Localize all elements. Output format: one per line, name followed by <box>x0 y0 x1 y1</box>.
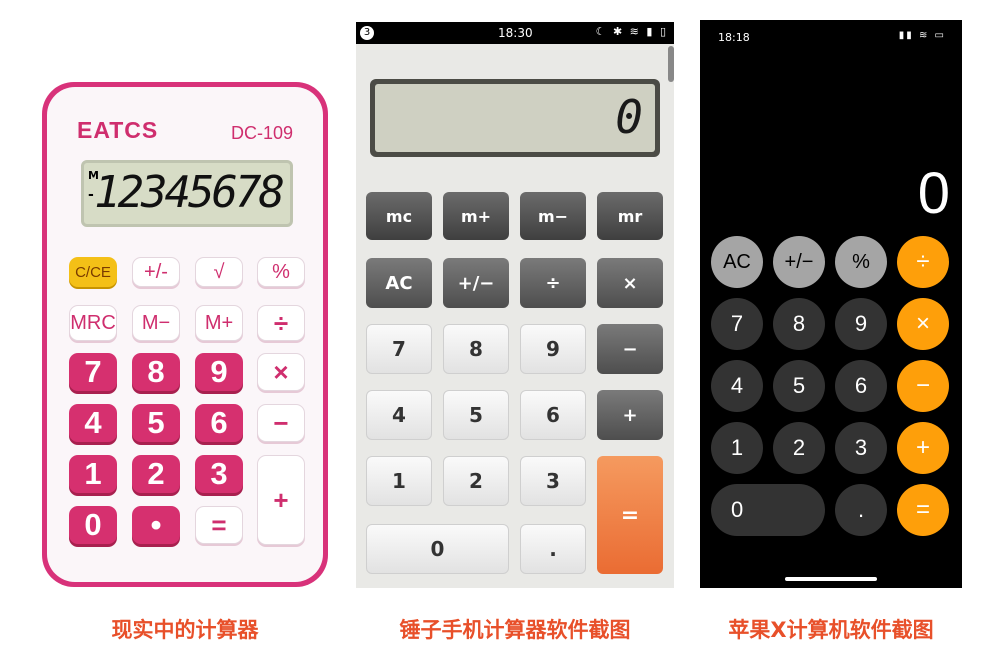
divide-key[interactable]: ÷ <box>520 258 586 308</box>
status-bar: 18:18 ▮▮ ≋ ▭ <box>700 20 962 50</box>
home-indicator[interactable] <box>785 577 877 581</box>
add-key[interactable]: + <box>897 422 949 474</box>
subtract-key[interactable]: − <box>257 404 305 442</box>
equals-key[interactable]: = <box>597 456 663 574</box>
equals-key[interactable]: = <box>195 506 243 544</box>
sign-key[interactable]: +/− <box>443 258 509 308</box>
status-icons: ▮▮ ≋ ▭ <box>898 30 946 41</box>
scrollbar[interactable] <box>668 46 674 82</box>
digit-5-key[interactable]: 5 <box>132 404 180 442</box>
sign-key[interactable]: +/− <box>773 236 825 288</box>
minus-indicator: - <box>88 187 94 203</box>
digit-1-key[interactable]: 1 <box>711 422 763 474</box>
digit-5-key[interactable]: 5 <box>773 360 825 412</box>
divide-key[interactable]: ÷ <box>257 305 305 341</box>
digit-8-key[interactable]: 8 <box>132 353 180 391</box>
decimal-key[interactable]: . <box>835 484 887 536</box>
digit-9-key[interactable]: 9 <box>835 298 887 350</box>
digit-6-key[interactable]: 6 <box>195 404 243 442</box>
subtract-key[interactable]: − <box>897 360 949 412</box>
digit-1-key[interactable]: 1 <box>69 455 117 493</box>
multiply-key[interactable]: × <box>897 298 949 350</box>
digit-0-key[interactable]: 0 <box>69 506 117 544</box>
status-icons: ☾ ✱ ≋ ▮ ▯ <box>595 25 668 38</box>
m-plus-key[interactable]: m+ <box>443 192 509 240</box>
digit-8-key[interactable]: 8 <box>443 324 509 374</box>
equals-key[interactable]: = <box>897 484 949 536</box>
mrc-key[interactable]: MRC <box>69 305 117 341</box>
iphone-calculator-screen: 18:18 ▮▮ ≋ ▭ 0 AC +/− % ÷ 7 8 9 × 4 5 6 … <box>700 20 962 588</box>
status-time: 18:18 <box>718 31 750 44</box>
digit-2-key[interactable]: 2 <box>132 455 180 493</box>
brand-logo: EATCS <box>77 117 159 143</box>
digit-5-key[interactable]: 5 <box>443 390 509 440</box>
multiply-key[interactable]: × <box>257 353 305 391</box>
digit-7-key[interactable]: 7 <box>711 298 763 350</box>
m-minus-key[interactable]: m− <box>520 192 586 240</box>
digit-7-key[interactable]: 7 <box>366 324 432 374</box>
add-key[interactable]: + <box>257 455 305 545</box>
lcd-display: M - 12345678 <box>81 160 293 227</box>
model-label: DC-109 <box>231 123 294 143</box>
ac-key[interactable]: AC <box>711 236 763 288</box>
digit-9-key[interactable]: 9 <box>195 353 243 391</box>
calculator-face: EATCS DC-109 M - 12345678 C/CE +/- √ % M… <box>47 87 323 582</box>
digit-9-key[interactable]: 9 <box>520 324 586 374</box>
multiply-key[interactable]: × <box>597 258 663 308</box>
digit-4-key[interactable]: 4 <box>69 404 117 442</box>
digit-6-key[interactable]: 6 <box>520 390 586 440</box>
digit-3-key[interactable]: 3 <box>835 422 887 474</box>
clear-key[interactable]: C/CE <box>69 257 117 287</box>
percent-key[interactable]: % <box>257 257 305 287</box>
lcd-display: 0 <box>370 79 660 157</box>
digit-4-key[interactable]: 4 <box>366 390 432 440</box>
subtract-key[interactable]: − <box>597 324 663 374</box>
m-minus-key[interactable]: M− <box>132 305 180 341</box>
percent-key[interactable]: % <box>835 236 887 288</box>
digit-4-key[interactable]: 4 <box>711 360 763 412</box>
digit-2-key[interactable]: 2 <box>773 422 825 474</box>
sign-key[interactable]: +/- <box>132 257 180 287</box>
digit-3-key[interactable]: 3 <box>520 456 586 506</box>
digit-0-key[interactable]: 0 <box>711 484 825 536</box>
status-time: 18:30 <box>498 26 533 40</box>
decimal-key[interactable]: . <box>520 524 586 574</box>
mc-key[interactable]: mc <box>366 192 432 240</box>
sqrt-key[interactable]: √ <box>195 257 243 287</box>
caption-physical: 现实中的计算器 <box>111 618 259 642</box>
lcd-value: 12345678 <box>94 167 285 218</box>
digit-7-key[interactable]: 7 <box>69 353 117 391</box>
mr-key[interactable]: mr <box>597 192 663 240</box>
digit-0-key[interactable]: 0 <box>366 524 509 574</box>
caption-hammer: 锤子手机计算器软件截图 <box>399 618 631 642</box>
digit-1-key[interactable]: 1 <box>366 456 432 506</box>
add-key[interactable]: + <box>597 390 663 440</box>
ac-key[interactable]: AC <box>366 258 432 308</box>
display-value: 0 <box>917 161 950 226</box>
status-bar: 3 18:30 ☾ ✱ ≋ ▮ ▯ <box>356 22 674 44</box>
display-value: 0 <box>615 90 643 144</box>
notification-badge: 3 <box>360 26 374 40</box>
digit-6-key[interactable]: 6 <box>835 360 887 412</box>
m-plus-key[interactable]: M+ <box>195 305 243 341</box>
hammer-calculator-screen: 3 18:30 ☾ ✱ ≋ ▮ ▯ 0 mc m+ m− mr AC +/− ÷… <box>356 22 674 588</box>
digit-8-key[interactable]: 8 <box>773 298 825 350</box>
digit-2-key[interactable]: 2 <box>443 456 509 506</box>
decimal-key[interactable]: • <box>132 506 180 544</box>
physical-calculator: EATCS DC-109 M - 12345678 C/CE +/- √ % M… <box>42 82 328 587</box>
caption-iphone: 苹果X计算机软件截图 <box>728 618 934 642</box>
divide-key[interactable]: ÷ <box>897 236 949 288</box>
digit-3-key[interactable]: 3 <box>195 455 243 493</box>
